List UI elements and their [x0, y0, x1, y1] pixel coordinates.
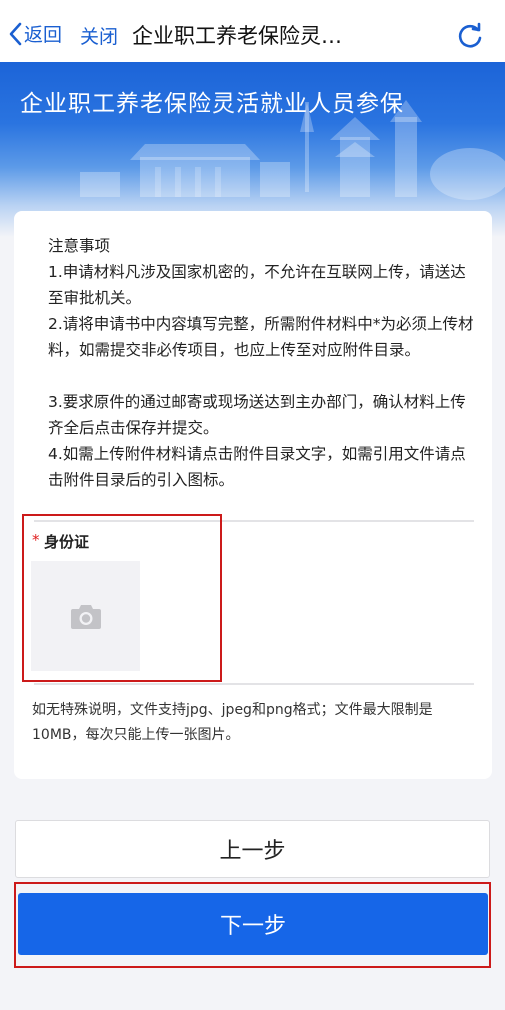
note-item: 3.要求原件的通过邮寄或现场送达到主办部门，确认材料上传齐全后点击保存并提交。: [48, 393, 466, 437]
highlight-box: [14, 882, 491, 968]
nav-bar: 返回 关闭 企业职工养老保险灵…: [0, 0, 505, 70]
back-label: 返回: [24, 24, 63, 46]
refresh-icon: [458, 22, 482, 48]
notes-heading: 注意事项: [48, 237, 111, 255]
chevron-left-icon: [9, 22, 22, 45]
highlight-box: [22, 514, 222, 682]
banner-title: 企业职工养老保险灵活就业人员参保: [20, 91, 404, 117]
form-card: 注意事项 1.申请材料凡涉及国家机密的，不允许在互联网上传，请送达至审批机关。 …: [14, 211, 492, 779]
upload-hint: 如无特殊说明，文件支持jpg、jpeg和png格式；文件最大限制是10MB，每次…: [32, 702, 433, 743]
back-button[interactable]: 返回: [8, 20, 62, 47]
close-button[interactable]: 关闭: [80, 22, 118, 49]
note-item: 4.如需上传附件材料请点击附件目录文字，如需引用文件请点击附件目录后的引入图标。: [48, 445, 466, 489]
previous-step-button[interactable]: 上一步: [15, 820, 490, 878]
note-item: 1.申请材料凡涉及国家机密的，不允许在互联网上传，请送达至审批机关。: [48, 263, 466, 307]
page-title: 企业职工养老保险灵…: [132, 24, 342, 48]
refresh-button[interactable]: [456, 22, 484, 54]
note-item: 2.请将申请书中内容填写完整，所需附件材料中*为必须上传材料，如需提交非必传项目…: [48, 315, 474, 359]
divider: [34, 683, 474, 685]
